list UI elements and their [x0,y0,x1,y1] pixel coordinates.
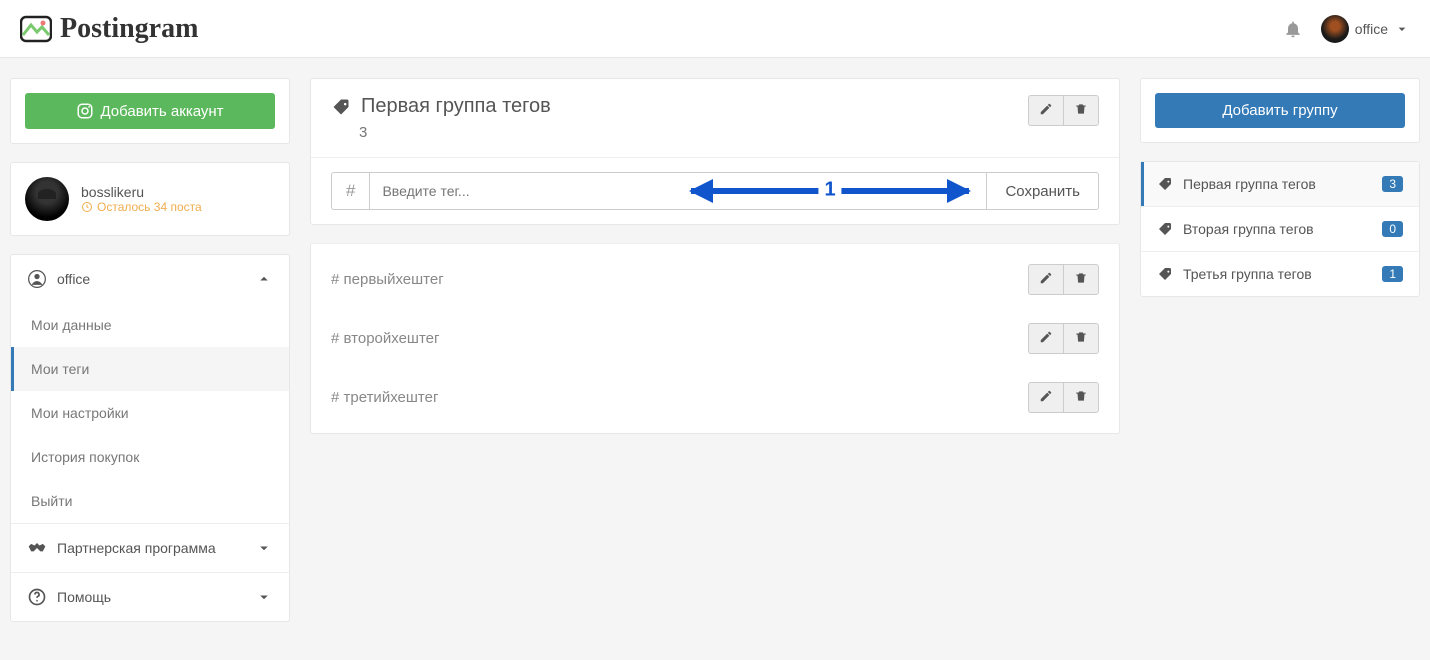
menu-help[interactable]: Помощь [11,572,289,621]
tag-row: # первыйхештег [311,250,1119,309]
help-icon [27,587,47,607]
tags-icon [1157,221,1173,237]
group-count: 3 [359,124,551,141]
menu-office-label: office [57,271,90,287]
user-icon [27,269,47,289]
sidebar-item[interactable]: История покупок [11,435,289,479]
edit-tag-button[interactable] [1028,382,1063,413]
group-name: Вторая группа тегов [1183,221,1314,237]
group-title: Первая группа тегов [361,95,551,118]
tag-text: # второйхештег [331,330,439,347]
sidebar-item[interactable]: Мои данные [11,303,289,347]
account-avatar [25,177,69,221]
menu-help-label: Помощь [57,589,111,605]
delete-group-button[interactable] [1063,95,1099,126]
delete-tag-button[interactable] [1063,382,1099,413]
edit-tag-button[interactable] [1028,323,1063,354]
tags-icon [331,97,351,117]
save-button[interactable]: Сохранить [986,172,1099,210]
bell-icon[interactable] [1283,19,1303,39]
tag-input[interactable] [369,172,986,210]
group-badge: 0 [1382,221,1403,237]
sidebar-item[interactable]: Мои теги [11,347,289,391]
sidebar-item[interactable]: Выйти [11,479,289,523]
user-name: office [1355,21,1388,37]
add-account-button[interactable]: Добавить аккаунт [25,93,275,129]
tag-text: # третийхештег [331,389,438,406]
instagram-icon [76,102,94,120]
logo[interactable]: Postingram [20,13,198,45]
delete-tag-button[interactable] [1063,264,1099,295]
header: Postingram office [0,0,1430,58]
hash-prefix: # [331,172,369,210]
edit-group-button[interactable] [1028,95,1063,126]
chevron-down-icon [1394,21,1410,37]
menu-partner-label: Партнерская программа [57,540,216,556]
sidebar-menu: office Мои данныеМои тегиМои настройкиИс… [10,254,290,622]
tag-row: # второйхештег [311,309,1119,368]
sidebar-item[interactable]: Мои настройки [11,391,289,435]
tag-text: # первыйхештег [331,271,444,288]
delete-tag-button[interactable] [1063,323,1099,354]
account-name: bosslikeru [81,184,202,200]
group-badge: 1 [1382,266,1403,282]
groups-list: Первая группа тегов 3 Вторая группа тегов 0… [1140,161,1420,297]
clock-icon [81,201,93,213]
group-name: Третья группа тегов [1183,266,1312,282]
logo-icon [20,13,52,45]
chevron-down-icon [255,588,273,606]
add-account-label: Добавить аккаунт [100,103,223,120]
chevron-up-icon [255,270,273,288]
group-item[interactable]: Вторая группа тегов 0 [1141,206,1419,251]
chevron-down-icon [255,539,273,557]
add-group-button[interactable]: Добавить группу [1155,93,1405,128]
menu-section-office[interactable]: office [11,255,289,303]
menu-partner[interactable]: Партнерская программа [11,523,289,572]
account-remaining: Осталось 34 поста [81,200,202,214]
group-name: Первая группа тегов [1183,176,1316,192]
tags-icon [1157,266,1173,282]
tags-list: # первыйхештег # второйхештег # третийхешт… [310,243,1120,434]
edit-tag-button[interactable] [1028,264,1063,295]
group-badge: 3 [1382,176,1403,192]
user-menu[interactable]: office [1321,15,1410,43]
tag-row: # третийхештег [311,368,1119,427]
brand-name: Postingram [60,13,198,45]
tags-icon [1157,176,1173,192]
tag-group-panel: Первая группа тегов 3 # Сохранить 1 [310,78,1120,225]
account-row[interactable]: bosslikeru Осталось 34 поста [25,177,275,221]
handshake-icon [27,538,47,558]
avatar [1321,15,1349,43]
group-item[interactable]: Третья группа тегов 1 [1141,251,1419,296]
group-item[interactable]: Первая группа тегов 3 [1141,162,1419,206]
